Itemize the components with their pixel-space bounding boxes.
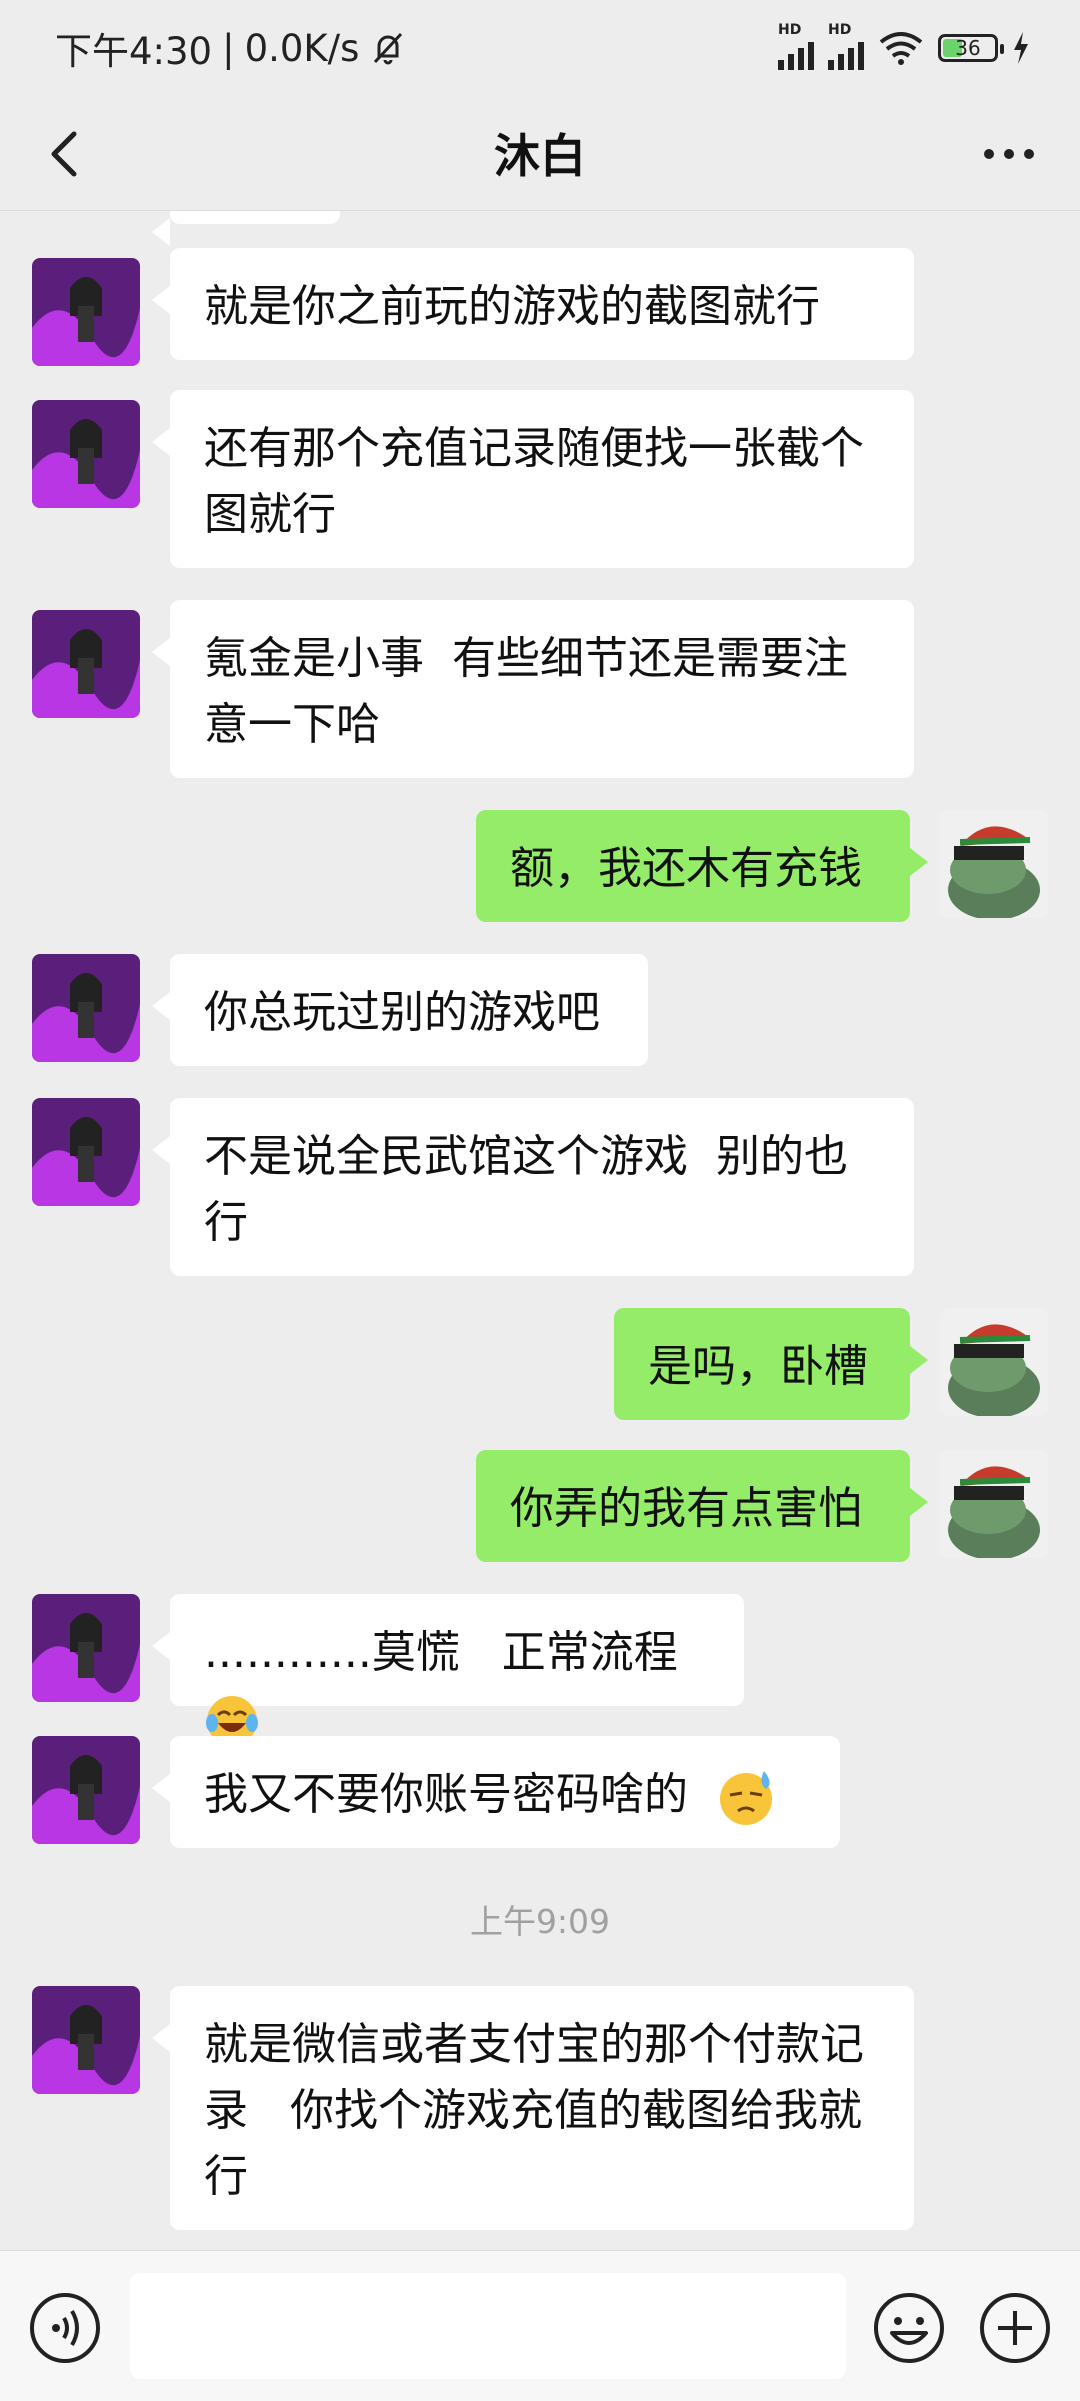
- status-time: 下午4:30: [55, 30, 213, 73]
- signal-hd-label: HD: [778, 22, 802, 38]
- avatar-contact[interactable]: [32, 610, 140, 718]
- message-text-outgoing[interactable]: 你弄的我有点害怕: [476, 1450, 928, 1562]
- message-incoming[interactable]: 我又不要你账号密码啥的: [152, 1736, 840, 1848]
- message-row: [0, 210, 1080, 246]
- status-right: HD HD 36: [778, 22, 1030, 70]
- message-text-incoming[interactable]: 你总玩过别的游戏吧: [152, 954, 648, 1066]
- sweat-emoji-icon: [719, 1771, 772, 1825]
- voice-input-icon[interactable]: [28, 2291, 102, 2365]
- wifi-icon: [879, 32, 923, 65]
- timestamp: 上午9:09: [469, 1902, 611, 1941]
- chat-title: 沐白: [494, 129, 586, 183]
- more-options-icon[interactable]: [974, 124, 1044, 184]
- message-text-incoming[interactable]: 不是说全民武馆这个游戏 别的也行: [152, 1098, 914, 1276]
- message-input[interactable]: [130, 2273, 846, 2379]
- emoji-icon[interactable]: [872, 2291, 946, 2365]
- charging-icon: [1014, 32, 1028, 64]
- message-incoming[interactable]: ............莫慌 正常流程: [152, 1594, 744, 1746]
- signal-hd-label: HD: [828, 22, 852, 38]
- signal-icon: HD: [828, 22, 864, 70]
- status-bar: 下午4:30 | 0.0K/s HD HD 36: [0, 0, 1080, 96]
- avatar-contact[interactable]: [32, 1736, 140, 1844]
- avatar-me[interactable]: [940, 810, 1048, 918]
- avatar-contact[interactable]: [32, 258, 140, 366]
- message-list[interactable]: 就是你之前玩的游戏的截图就行 还有那个充值记录随便找一张截个图就行 氪金是小事 …: [0, 210, 1080, 2250]
- message-text: 我又不要你账号密码啥的: [204, 1769, 716, 1820]
- avatar-me[interactable]: [940, 1308, 1048, 1416]
- message-text-incoming[interactable]: 就是你之前玩的游戏的截图就行: [152, 248, 914, 360]
- avatar-contact[interactable]: [32, 1098, 140, 1206]
- avatar-contact[interactable]: [32, 1594, 140, 1702]
- avatar-me[interactable]: [940, 1450, 1048, 1558]
- chat-input-bar: [0, 2250, 1080, 2401]
- message-text-incoming[interactable]: 还有那个充值记录随便找一张截个图就行: [152, 390, 914, 568]
- message-text-incoming[interactable]: 氪金是小事 有些细节还是需要注意一下哈: [152, 600, 914, 778]
- network-speed: 0.0K/s: [244, 26, 360, 70]
- signal-icon: HD: [778, 22, 814, 70]
- message-text-incoming[interactable]: 就是微信或者支付宝的那个付款记录 你找个游戏充值的截图给我就行: [152, 1986, 914, 2230]
- status-left: 下午4:30 | 0.0K/s: [55, 21, 407, 75]
- back-arrow-icon[interactable]: [36, 124, 96, 184]
- avatar-contact[interactable]: [32, 400, 140, 508]
- battery-icon: 36: [938, 34, 1004, 62]
- status-separator: |: [222, 26, 235, 70]
- message-text-outgoing[interactable]: 额，我还木有充钱: [476, 810, 928, 922]
- message-bubble-partial[interactable]: [152, 210, 340, 246]
- chat-header: 沐白: [0, 96, 1080, 211]
- mute-bell-icon: [374, 32, 403, 65]
- avatar-contact[interactable]: [32, 954, 140, 1062]
- message-text: ............莫慌 正常流程: [204, 1627, 678, 1678]
- message-text-outgoing[interactable]: 是吗，卧槽: [614, 1308, 928, 1420]
- plus-icon[interactable]: [978, 2291, 1052, 2365]
- avatar-contact[interactable]: [32, 1986, 140, 2094]
- battery-level: 36: [955, 36, 981, 60]
